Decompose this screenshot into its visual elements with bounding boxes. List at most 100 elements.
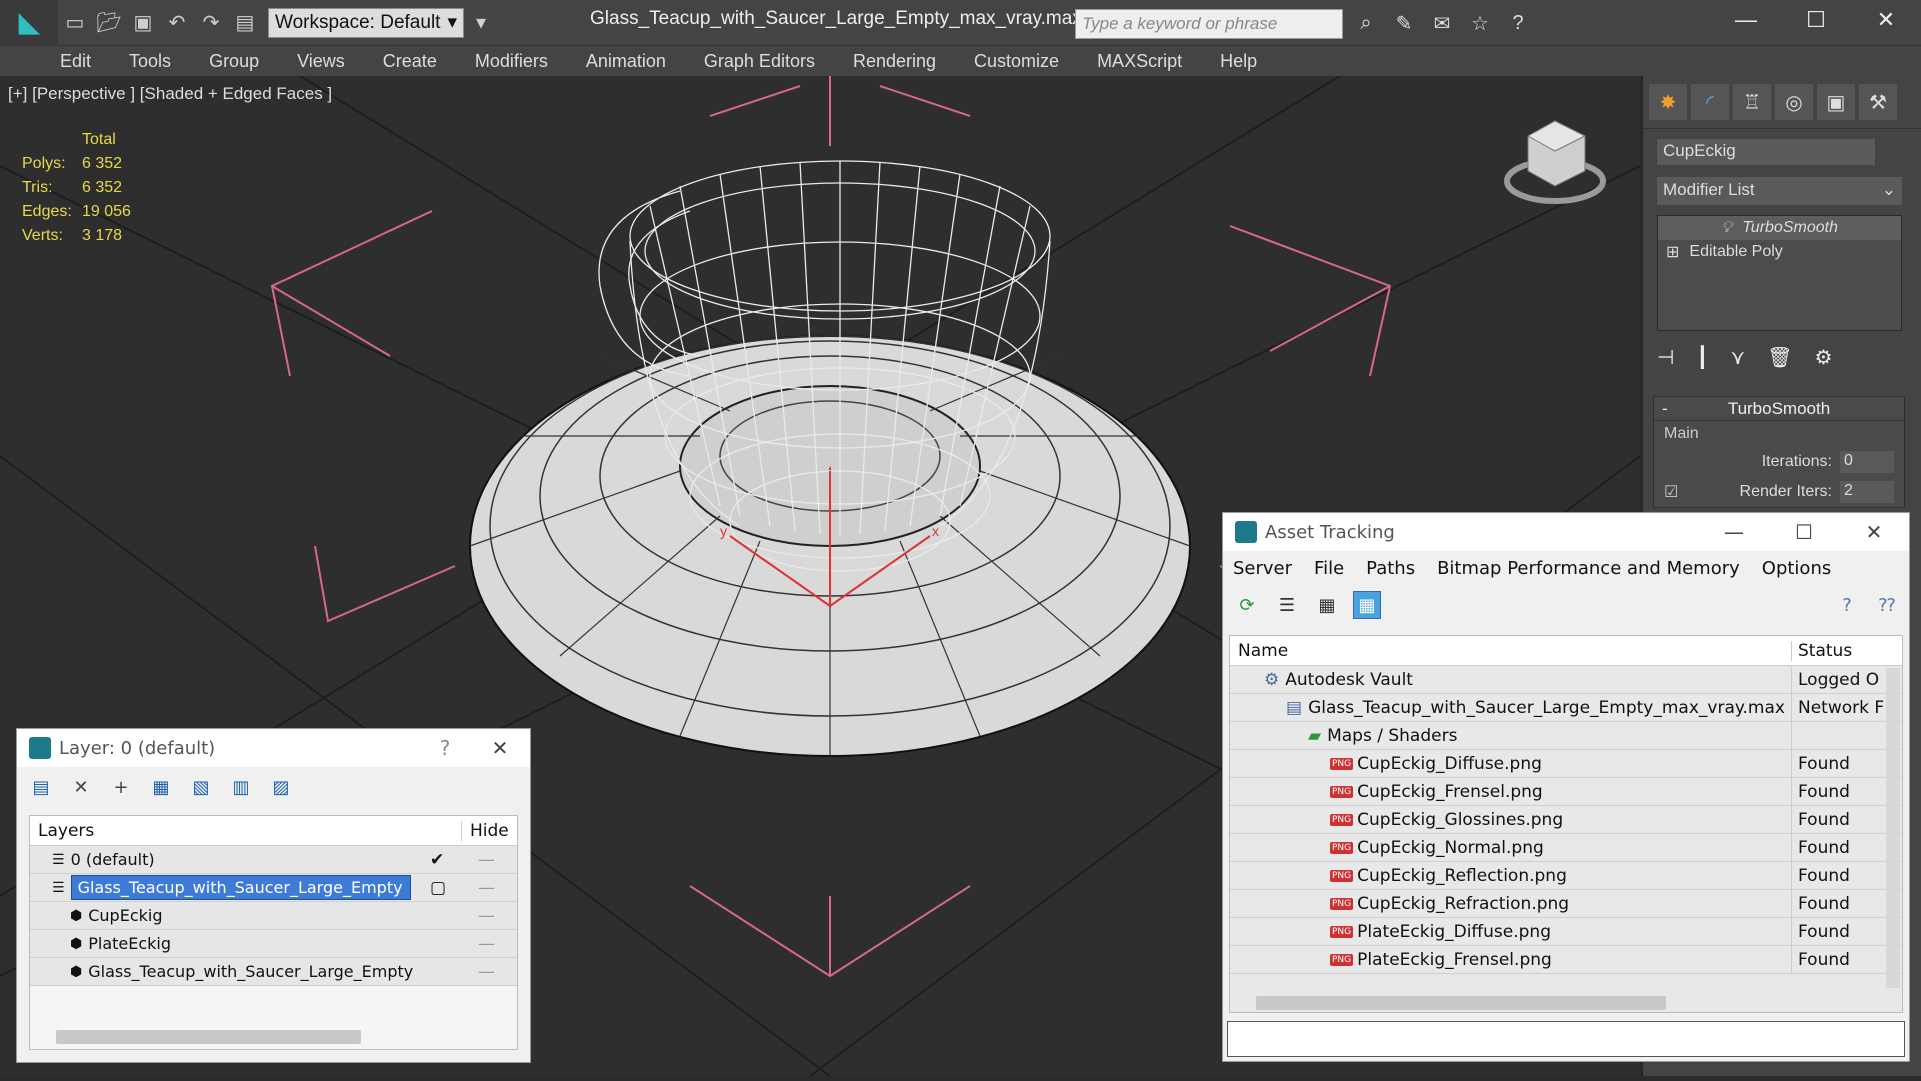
modify-tab-icon[interactable]: ◜ — [1691, 84, 1729, 120]
render-iters-checkbox[interactable]: ☑ — [1664, 482, 1678, 502]
column-name[interactable]: Name — [1230, 640, 1792, 661]
asset-window-titlebar[interactable]: Asset Tracking — ☐ ✕ — [1223, 513, 1909, 551]
workspace-dropdown[interactable]: Workspace: Default ▾ — [268, 7, 464, 38]
asset-menu-server[interactable]: Server — [1233, 558, 1292, 579]
list-view-icon[interactable]: ☰ — [1273, 591, 1301, 619]
menu-group[interactable]: Group — [209, 51, 259, 72]
asset-path-field[interactable] — [1227, 1021, 1905, 1057]
refresh-icon[interactable]: ⟳ — [1233, 591, 1261, 619]
display-tab-icon[interactable]: ▣ — [1817, 84, 1855, 120]
close-icon[interactable]: ✕ — [1851, 0, 1921, 40]
undo-icon[interactable]: ↶ — [160, 8, 194, 38]
asset-row[interactable]: PNG PlateEckig_Diffuse.png Found — [1230, 917, 1902, 946]
new-layer-icon[interactable]: ▤ — [27, 773, 55, 801]
layer-horizontal-scrollbar[interactable] — [56, 1030, 361, 1044]
context-help-icon[interactable]: ⁇ — [1873, 591, 1901, 619]
delete-layer-icon[interactable]: ✕ — [67, 773, 95, 801]
motion-tab-icon[interactable]: ◎ — [1775, 84, 1813, 120]
asset-row[interactable]: PNG CupEckig_Refraction.png Found — [1230, 889, 1902, 918]
hierarchy-tab-icon[interactable]: ♖ — [1733, 84, 1771, 120]
workspace-menu-icon[interactable]: ▾ — [464, 8, 498, 38]
menu-edit[interactable]: Edit — [60, 51, 91, 72]
select-layer-icon[interactable]: ▦ — [147, 773, 175, 801]
asset-menu-options[interactable]: Options — [1762, 558, 1831, 579]
add-to-layer-icon[interactable]: + — [107, 773, 135, 801]
pin-stack-icon[interactable]: ⊣ — [1657, 345, 1674, 370]
stack-item-editable-poly[interactable]: ⊞ Editable Poly — [1658, 240, 1901, 264]
asset-row[interactable]: PNG CupEckig_Reflection.png Found — [1230, 861, 1902, 890]
close-icon[interactable]: ✕ — [1839, 513, 1909, 551]
viewcube-icon[interactable] — [1504, 120, 1606, 204]
redo-icon[interactable]: ↷ — [194, 8, 228, 38]
layer-row[interactable]: ⬢ Glass_Teacup_with_Saucer_Large_Empty — — [30, 958, 517, 986]
layer-row[interactable]: ⬢ PlateEckig — — [30, 930, 517, 958]
binoculars-icon[interactable]: ⌕ — [1350, 8, 1382, 38]
open-file-icon[interactable]: 📂︎ — [92, 8, 126, 38]
new-file-icon[interactable]: ▭ — [58, 8, 92, 38]
remove-modifier-icon[interactable]: 🗑︎ — [1767, 345, 1792, 370]
asset-row[interactable]: ▤ Glass_Teacup_with_Saucer_Large_Empty_ma… — [1230, 693, 1902, 722]
menu-modifiers[interactable]: Modifiers — [475, 51, 548, 72]
maximize-icon[interactable]: ☐ — [1769, 513, 1839, 551]
minimize-icon[interactable]: — — [1699, 513, 1769, 551]
make-unique-icon[interactable]: ⋎ — [1730, 345, 1745, 370]
hide-toggle-icon[interactable]: — — [460, 850, 495, 870]
layer-row[interactable]: ☰ Glass_Teacup_with_Saucer_Large_Empty ▢ — — [30, 874, 517, 902]
asset-row[interactable]: ⚙ Autodesk Vault Logged O — [1230, 665, 1902, 694]
modifier-list-dropdown[interactable]: Modifier List ⌄ — [1657, 177, 1902, 205]
expand-plus-icon[interactable]: ⊞ — [1666, 242, 1679, 262]
asset-row[interactable]: PNG CupEckig_Diffuse.png Found — [1230, 749, 1902, 778]
save-icon[interactable]: ▣ — [126, 8, 160, 38]
column-hide[interactable]: Hide — [462, 821, 509, 841]
menu-graph-editors[interactable]: Graph Editors — [704, 51, 815, 72]
column-layers[interactable]: Layers — [30, 820, 462, 841]
configure-sets-icon[interactable]: ⚙ — [1815, 345, 1833, 370]
menu-views[interactable]: Views — [297, 51, 345, 72]
asset-row[interactable]: PNG PlateEckig_Frensel.png Found — [1230, 945, 1902, 974]
create-tab-icon[interactable]: ✸ — [1649, 84, 1687, 120]
lightbulb-icon[interactable]: 💡︎ — [1721, 219, 1732, 237]
asset-row[interactable]: ▰ Maps / Shaders — [1230, 721, 1902, 750]
layer-checkbox[interactable]: ▢ — [430, 878, 460, 898]
help-icon[interactable]: ? — [1502, 8, 1534, 38]
stack-item-turbosmooth[interactable]: 💡︎ TurboSmooth — [1658, 216, 1901, 240]
asset-menu-paths[interactable]: Paths — [1366, 558, 1415, 579]
hide-toggle-icon[interactable]: — — [460, 878, 495, 898]
object-name-field[interactable]: CupEckig — [1657, 139, 1875, 165]
hide-toggle-icon[interactable]: — — [460, 906, 495, 926]
menu-animation[interactable]: Animation — [586, 51, 666, 72]
menu-tools[interactable]: Tools — [129, 51, 171, 72]
search-input[interactable]: Type a keyword or phrase — [1075, 9, 1343, 39]
layer-window-titlebar[interactable]: Layer: 0 (default) ? ✕ — [17, 729, 530, 767]
collapse-icon[interactable]: - — [1662, 399, 1668, 419]
rollout-header[interactable]: - TurboSmooth — [1654, 397, 1904, 421]
column-status[interactable]: Status — [1792, 641, 1852, 661]
table-view-icon[interactable]: ▦ — [1353, 591, 1381, 619]
menu-maxscript[interactable]: MAXScript — [1097, 51, 1182, 72]
help-button[interactable]: ? — [420, 729, 470, 767]
utilities-tab-icon[interactable]: ⚒ — [1859, 84, 1897, 120]
thumbnail-view-icon[interactable]: ▦ — [1313, 591, 1341, 619]
layer-row[interactable]: ⬢ CupEckig — — [30, 902, 517, 930]
hide-toggle-icon[interactable]: — — [460, 962, 495, 982]
viewport-label[interactable]: [+] [Perspective ] [Shaded + Edged Faces… — [8, 84, 332, 104]
set-current-layer-icon[interactable]: ▥ — [227, 773, 255, 801]
asset-horizontal-scrollbar[interactable] — [1256, 996, 1666, 1010]
asset-row[interactable]: PNG CupEckig_Frensel.png Found — [1230, 777, 1902, 806]
iterations-spinner[interactable]: 0 — [1840, 451, 1894, 473]
render-iters-spinner[interactable]: 2 — [1840, 481, 1894, 503]
menu-create[interactable]: Create — [383, 51, 437, 72]
favorites-star-icon[interactable]: ☆ — [1464, 8, 1496, 38]
layer-row[interactable]: ☰ 0 (default) ✔ — — [30, 846, 517, 874]
menu-rendering[interactable]: Rendering — [853, 51, 936, 72]
show-end-result-icon[interactable]: ┃ — [1696, 345, 1708, 370]
maximize-icon[interactable]: ☐ — [1781, 0, 1851, 40]
communication-icon[interactable]: ✉ — [1426, 8, 1458, 38]
menu-customize[interactable]: Customize — [974, 51, 1059, 72]
close-button[interactable]: ✕ — [470, 729, 530, 767]
asset-row[interactable]: PNG CupEckig_Glossines.png Found — [1230, 805, 1902, 834]
project-icon[interactable]: ▤ — [228, 8, 262, 38]
minimize-icon[interactable]: — — [1711, 0, 1781, 40]
current-layer-check-icon[interactable]: ✔ — [430, 850, 460, 870]
help-icon[interactable]: ? — [1833, 591, 1861, 619]
